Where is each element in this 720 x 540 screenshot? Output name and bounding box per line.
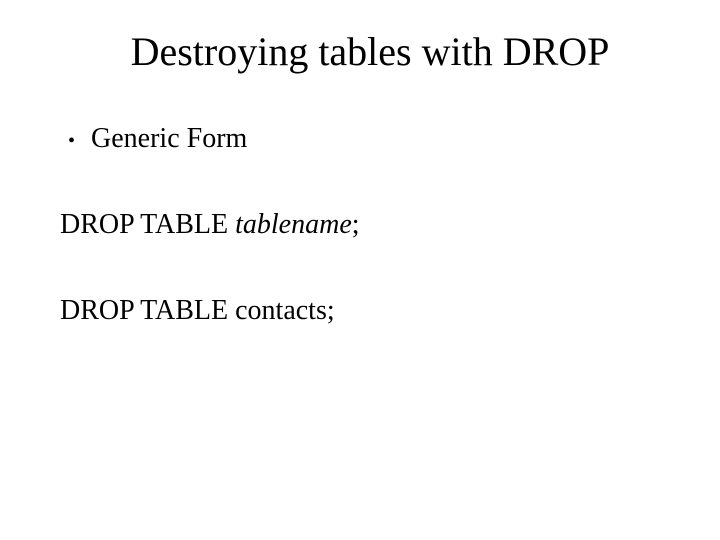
bullet-text: Generic Form bbox=[91, 123, 247, 155]
semicolon: ; bbox=[352, 209, 360, 240]
bullet-item: • Generic Form bbox=[68, 123, 660, 155]
example-line: DROP TABLE contacts; bbox=[60, 295, 660, 327]
slide-title: Destroying tables with DROP bbox=[80, 28, 660, 75]
generic-form-line: DROP TABLE tablename; bbox=[60, 209, 660, 241]
drop-table-prefix: DROP TABLE bbox=[60, 209, 235, 240]
bullet-marker: • bbox=[68, 127, 75, 155]
tablename-placeholder: tablename bbox=[235, 209, 352, 240]
